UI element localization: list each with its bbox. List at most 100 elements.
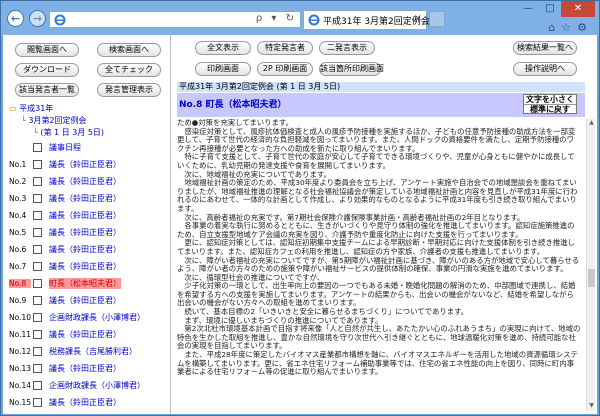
- speech-checkbox[interactable]: [33, 177, 42, 186]
- speech-list-item[interactable]: 議事日程: [7, 141, 167, 155]
- print-section-button[interactable]: 該当箇所印刷画面: [319, 62, 384, 76]
- speech-checkbox[interactable]: [33, 398, 42, 407]
- speech-list-item[interactable]: No.4 議長（鈴田正臣君）: [7, 209, 167, 223]
- text-smaller-link[interactable]: 文字を小さく: [524, 95, 576, 104]
- text-reset-link[interactable]: 標準に戻す: [524, 104, 576, 114]
- text-size-control[interactable]: 文字を小さく 標準に戻す: [523, 94, 577, 114]
- close-window-icon[interactable]: ✕: [561, 1, 595, 17]
- speech-speaker-link[interactable]: 議長（鈴田正臣君）: [49, 244, 121, 255]
- speech-speaker-link[interactable]: 議長（鈴田正臣君）: [49, 176, 121, 187]
- print-2p-button[interactable]: 2P 印刷画面: [257, 62, 313, 76]
- speech-speaker-link[interactable]: 企画財政課長（小澤博君）: [49, 312, 145, 323]
- search-screen-button[interactable]: 検索画面へ: [97, 43, 161, 57]
- browser-tab[interactable]: 平成31年 3月第2回定例会 ... ×: [303, 10, 441, 29]
- speech-checkbox[interactable]: [33, 313, 42, 322]
- speech-number: No.13: [9, 364, 31, 373]
- speech-checkbox[interactable]: [33, 143, 42, 152]
- tab-title: 平成31年 3月第2回定例会 ...: [323, 17, 442, 27]
- scroll-down-icon[interactable]: ▼: [587, 402, 596, 411]
- speech-checkbox[interactable]: [33, 347, 42, 356]
- speech-speaker-link[interactable]: 議長（鈴田正臣君）: [49, 295, 121, 306]
- speech-checkbox[interactable]: [33, 245, 42, 254]
- speech-paragraph: 少子化対策の一環として、出生率向上の要因の一つでもある未婚・晩婚化問題の解消のた…: [177, 281, 576, 308]
- speech-list-item[interactable]: No.5 議長（鈴田正臣君）: [7, 226, 167, 240]
- speech-speaker-link[interactable]: 議長（鈴田正臣君）: [49, 227, 121, 238]
- speech-list-item[interactable]: No.7 議長（鈴田正臣君）: [7, 260, 167, 274]
- tab-close-icon[interactable]: ×: [414, 13, 422, 24]
- speech-list-item[interactable]: No.8 町長（松本昭夫君）: [7, 277, 167, 291]
- search-results-button[interactable]: 検索結果一覧へ: [513, 41, 577, 55]
- speech-number: No.11: [9, 330, 31, 339]
- download-button[interactable]: ダウンロード: [15, 63, 79, 77]
- tree-node-session[interactable]: └ 3月第2回定例会: [21, 115, 87, 126]
- speech-speaker-link[interactable]: 議長（鈴田正臣君）: [49, 397, 121, 408]
- speech-speaker-link[interactable]: 議長（鈴田正臣君）: [49, 159, 121, 170]
- speech-speaker-link[interactable]: 議長（鈴田正臣君）: [49, 261, 121, 272]
- window-controls: — □ ✕: [517, 1, 595, 19]
- speech-paragraph: 地域福祉計画の策定のため、平成30年度より委員会を立ち上げ、アンケート実施や自治…: [177, 178, 578, 213]
- speech-speaker-link[interactable]: 議長（鈴田正臣君）: [49, 363, 121, 374]
- speech-list-item[interactable]: No.2 議長（鈴田正臣君）: [7, 175, 167, 189]
- speaker-list-button[interactable]: 該当発言者一覧: [15, 83, 79, 97]
- speech-checkbox[interactable]: [33, 330, 42, 339]
- speech-list-item[interactable]: No.3 議長（鈴田正臣君）: [7, 192, 167, 206]
- scroll-up-icon[interactable]: ▲: [587, 119, 596, 128]
- back-arrow-icon[interactable]: ←: [7, 10, 24, 27]
- speech-checkbox[interactable]: [33, 160, 42, 169]
- speech-paragraph: 第2次北杜市環境基本計画で目指す将来像「人と自然が共生し、あたたかい心のふれあう…: [177, 324, 581, 351]
- speech-number: No.8: [9, 279, 31, 288]
- speaker-bar: No.8 町長（松本昭夫君） 文字を小さく 標準に戻す: [177, 93, 585, 117]
- speech-list-item[interactable]: No.12 税務課長（吉尾勝利君）: [7, 345, 167, 359]
- speech-speaker-link[interactable]: 議長（鈴田正臣君）: [49, 329, 121, 340]
- tree-node-year[interactable]: ▭ 平成31年: [9, 103, 53, 114]
- speech-checkbox[interactable]: [33, 279, 42, 288]
- scroll-thumb[interactable]: [588, 269, 595, 287]
- speaker-manage-button[interactable]: 発言管理表示: [97, 83, 161, 97]
- speech-checkbox[interactable]: [33, 296, 42, 305]
- speech-list-item[interactable]: No.1 議長（鈴田正臣君）: [7, 158, 167, 172]
- speech-list-item[interactable]: No.6 議長（鈴田正臣君）: [7, 243, 167, 257]
- speech-checkbox[interactable]: [33, 364, 42, 373]
- settings-gear-icon[interactable]: ⚙: [577, 21, 593, 34]
- speech-paragraph: 次に、障がい者福祉の充実についてですが、第5期障がい福祉計画に基づき、障がいのあ…: [177, 255, 580, 274]
- speech-checkbox[interactable]: [33, 194, 42, 203]
- new-tab-button[interactable]: [429, 11, 445, 27]
- speech-list-item[interactable]: No.13 議長（鈴田正臣君）: [7, 362, 167, 376]
- speech-speaker-link[interactable]: 議長（鈴田正臣君）: [49, 210, 121, 221]
- speech-number: No.5: [9, 228, 27, 237]
- speech-checkbox[interactable]: [33, 211, 42, 220]
- forward-arrow-icon[interactable]: →: [29, 10, 46, 27]
- speech-speaker-link[interactable]: 税務課長（吉尾勝利君）: [49, 346, 137, 357]
- speech-list-item[interactable]: No.11 議長（鈴田正臣君）: [7, 328, 167, 342]
- vertical-scrollbar[interactable]: ▲ ▼: [586, 119, 595, 411]
- check-all-button[interactable]: 全てチェック: [97, 63, 161, 77]
- maximize-icon[interactable]: □: [539, 1, 561, 17]
- minimize-icon[interactable]: —: [517, 1, 539, 17]
- speech-checkbox[interactable]: [33, 262, 42, 271]
- address-tools[interactable]: ρ ▾ ↻: [256, 13, 297, 24]
- two-speech-button[interactable]: 二発言表示: [319, 41, 375, 55]
- speech-checkbox[interactable]: [33, 228, 42, 237]
- specific-speaker-button[interactable]: 特定発言者: [257, 41, 313, 55]
- show-all-button[interactable]: 全文表示: [195, 41, 251, 55]
- speech-speaker-link[interactable]: 議事日程: [49, 142, 81, 153]
- speech-speaker-link[interactable]: 企画財政課長（小澤博君）: [49, 380, 145, 391]
- favorites-star-icon[interactable]: ☆: [561, 21, 577, 34]
- browse-screen-button[interactable]: 閲覧画面へ: [15, 43, 79, 57]
- speech-paragraph: 更に、認知症対策としては、認知症初期集中支援チームによる早期診断・早期対応に向け…: [177, 238, 576, 256]
- speech-speaker-link[interactable]: 議長（鈴田正臣君）: [49, 193, 121, 204]
- address-bar[interactable]: ρ ▾ ↻: [49, 11, 301, 28]
- home-icon[interactable]: ⌂: [548, 21, 561, 34]
- speech-list-item[interactable]: No.15 議長（鈴田正臣君）: [7, 396, 167, 410]
- print-screen-button[interactable]: 印刷画面: [195, 62, 251, 76]
- speech-checkbox[interactable]: [33, 381, 42, 390]
- speech-list-item[interactable]: No.10 企画財政課長（小澤博君）: [7, 311, 167, 325]
- page-content: 閲覧画面へ 検索画面へ ダウンロード 全てチェック 該当発言者一覧 発言管理表示…: [3, 35, 597, 414]
- help-button[interactable]: 操作説明へ: [513, 62, 577, 76]
- tree-node-day[interactable]: └ (第 1 日 3月 5日): [33, 127, 104, 138]
- toolbar-icons: ⌂☆⚙: [548, 21, 593, 34]
- speech-paragraph: 各事業の着実な執行に努めるとともに、生きがいづくりや見守り体制の強化を推進してま…: [177, 221, 575, 239]
- speech-list-item[interactable]: No.14 企画財政課長（小澤博君）: [7, 379, 167, 393]
- speech-list-item[interactable]: No.9 議長（鈴田正臣君）: [7, 294, 167, 308]
- speech-speaker-link[interactable]: 町長（松本昭夫君）: [49, 278, 121, 289]
